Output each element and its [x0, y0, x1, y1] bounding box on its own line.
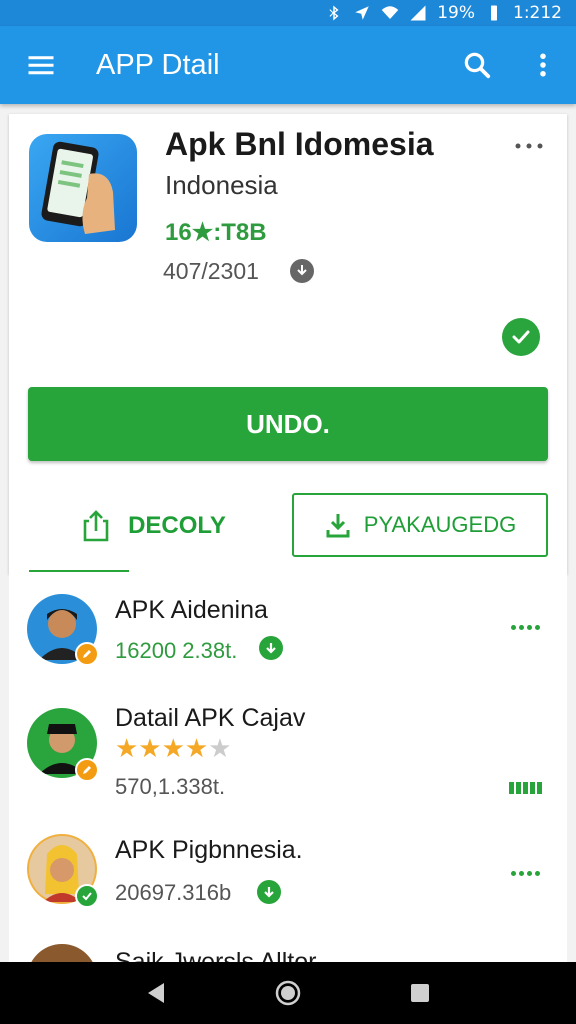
app-subtitle: Indonesia	[165, 170, 278, 200]
share-icon	[83, 510, 109, 542]
item-more-button[interactable]	[507, 866, 543, 880]
list-item[interactable]: APK Aidenina 16200 2.38t.	[9, 574, 567, 692]
navigation-icon	[353, 4, 371, 22]
item-title: APK Aidenina	[115, 596, 268, 624]
edit-badge-icon	[75, 642, 99, 666]
item-meta: 16200 2.38t.	[115, 638, 238, 663]
undo-button[interactable]: UNDO.	[28, 387, 548, 461]
item-title: Datail APK Cajav	[115, 704, 306, 732]
battery-percent: 19%	[437, 3, 475, 23]
menu-icon	[28, 56, 54, 75]
menu-button[interactable]	[18, 42, 64, 88]
search-icon	[464, 52, 491, 79]
share-button[interactable]: DECOLY	[28, 494, 278, 558]
app-bar: APP Dtail	[0, 26, 576, 104]
edit-badge-icon	[75, 758, 99, 782]
package-button[interactable]: PYAKAUGEDG	[292, 493, 548, 557]
tab-indicator	[29, 570, 129, 572]
status-bar: 19% 1:212	[0, 0, 576, 26]
download-tray-icon	[326, 514, 350, 538]
app-name: Apk Bnl Idomesia	[165, 126, 434, 162]
star-rating: ★★★★★	[115, 734, 232, 764]
item-title: Saik Jwersls Alltor	[115, 948, 317, 962]
share-label: DECOLY	[128, 512, 226, 539]
signal-bars-icon	[509, 782, 542, 794]
home-button[interactable]	[268, 973, 308, 1013]
more-vert-icon	[540, 53, 546, 77]
bluetooth-icon	[325, 4, 343, 22]
check-badge-icon	[75, 884, 99, 908]
list-item[interactable]: Saik Jwersls Alltor	[9, 928, 567, 962]
recents-button[interactable]	[400, 973, 440, 1013]
wifi-icon	[381, 4, 399, 22]
search-button[interactable]	[454, 42, 500, 88]
download-icon	[290, 259, 314, 283]
back-triangle-icon	[148, 983, 164, 1003]
system-nav-bar	[0, 962, 576, 1024]
item-more-button[interactable]	[507, 620, 543, 634]
download-count: 407/2301	[163, 258, 259, 284]
clock: 1:212	[513, 3, 562, 23]
overflow-menu-button[interactable]	[520, 42, 566, 88]
home-circle-icon	[275, 980, 301, 1006]
item-meta: 20697.316b	[115, 880, 232, 905]
more-horiz-icon	[515, 143, 543, 149]
signal-icon	[409, 4, 427, 22]
battery-icon	[485, 4, 503, 22]
app-icon	[29, 134, 137, 242]
verified-check-icon	[502, 318, 540, 356]
avatar	[27, 944, 97, 962]
app-rating: 16★:T8B	[165, 219, 267, 246]
page-title: APP Dtail	[96, 48, 220, 81]
download-icon[interactable]	[257, 880, 281, 904]
download-icon[interactable]	[259, 636, 283, 660]
package-label: PYAKAUGEDG	[363, 512, 517, 537]
item-title: APK Pigbnnesia.	[115, 836, 303, 864]
list-item[interactable]: APK Pigbnnesia. 20697.316b	[9, 810, 567, 928]
app-detail-card: Apk Bnl Idomesia Indonesia 16★:T8B 407/2…	[9, 114, 567, 574]
back-button[interactable]	[136, 973, 176, 1013]
app-list: APK Aidenina 16200 2.38t. Datail APK Caj…	[9, 574, 567, 962]
item-meta: 570,1.338t.	[115, 774, 226, 799]
list-item[interactable]: Datail APK Cajav ★★★★★ 570,1.338t.	[9, 692, 567, 810]
card-more-button[interactable]	[509, 134, 549, 158]
recents-square-icon	[411, 984, 429, 1002]
